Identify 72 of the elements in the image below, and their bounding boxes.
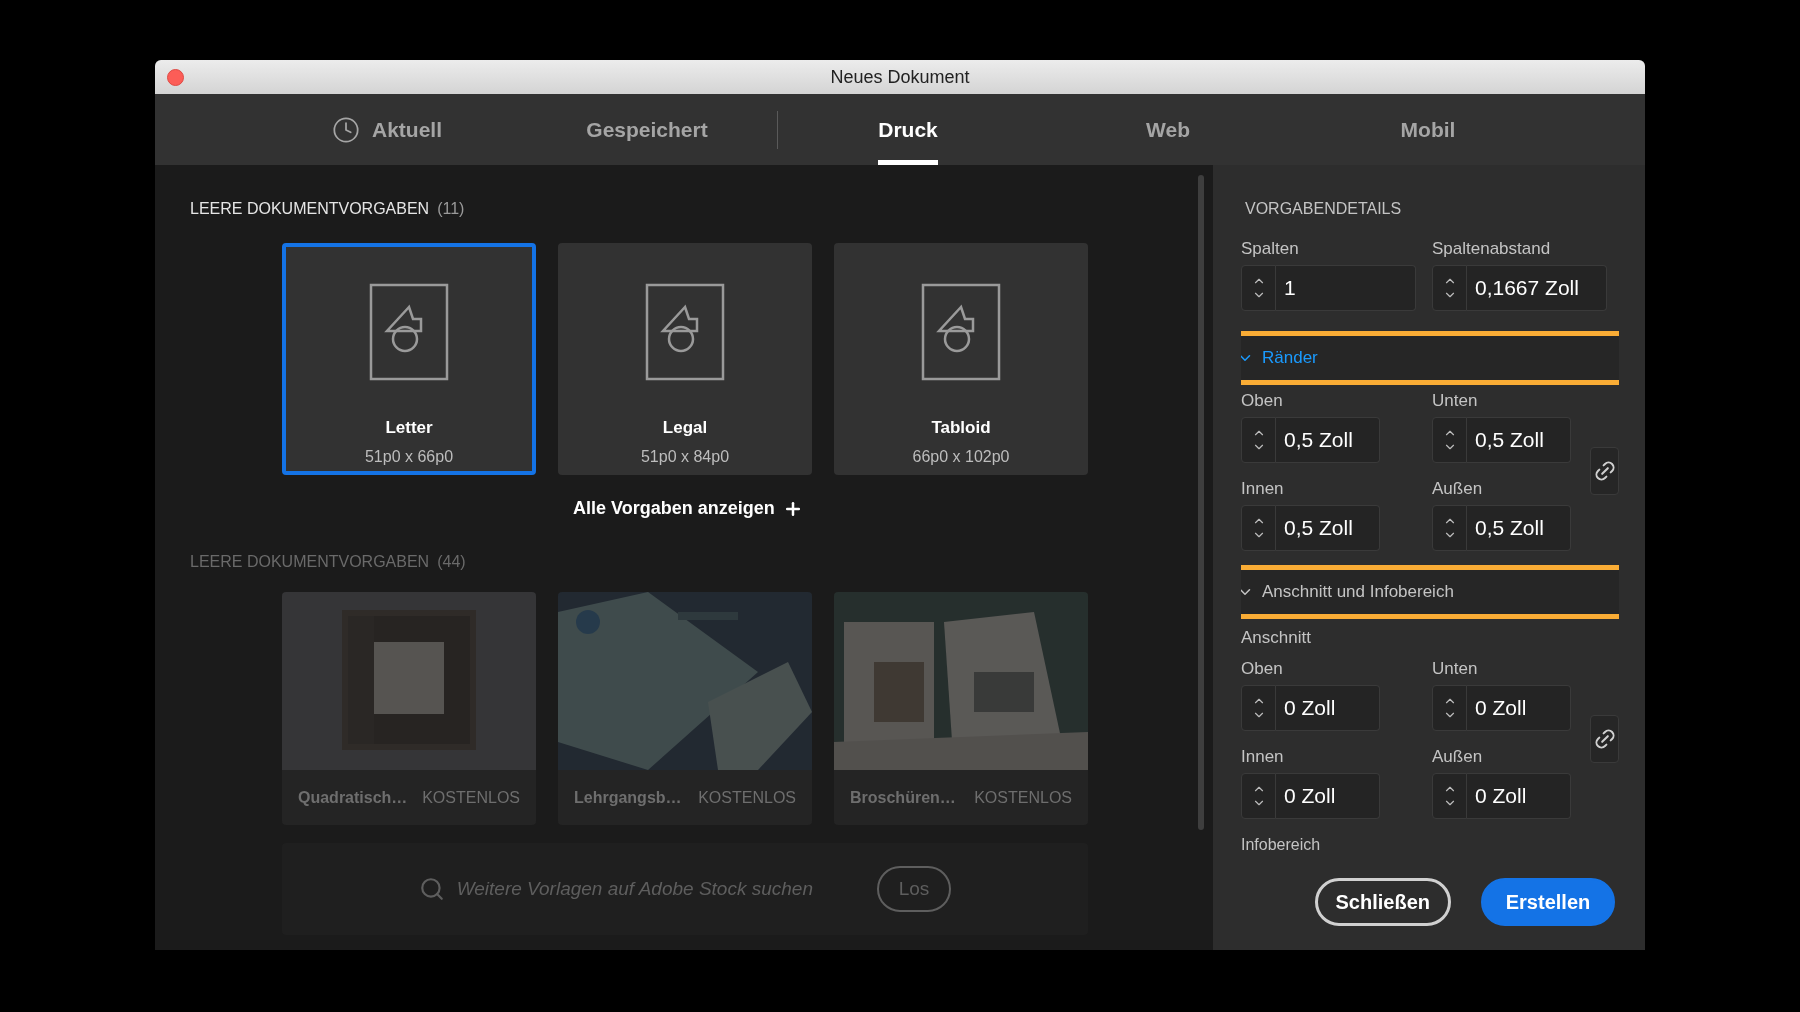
preset-size: 51p0 x 84p0	[640, 446, 730, 467]
stepper-button[interactable]	[1241, 772, 1276, 819]
number-field[interactable]: 0,1667 Zoll	[1467, 265, 1607, 311]
section-header[interactable]: Ränder	[1241, 331, 1619, 385]
field-label: Außen	[1432, 746, 1484, 767]
stepper-button[interactable]	[1432, 265, 1467, 311]
stepper-button[interactable]	[1241, 417, 1276, 463]
preset-card[interactable]: Legal 51p0 x 84p0	[558, 243, 812, 475]
price-label: KOSTENLOS	[974, 787, 1072, 808]
price-label: KOSTENLOS	[698, 787, 796, 808]
subsection-label: Infobereich	[1241, 834, 1322, 854]
price-label: KOSTENLOS	[422, 787, 520, 808]
stepper-button[interactable]	[1241, 684, 1276, 731]
field-label: Oben	[1241, 391, 1284, 411]
number-field[interactable]: 0 Zoll	[1276, 772, 1380, 819]
count-label: (44)	[437, 552, 466, 572]
tab[interactable]: Aktuell	[332, 94, 442, 165]
stepper-button[interactable]	[1432, 505, 1467, 551]
link-button[interactable]	[1590, 714, 1619, 763]
preset-card[interactable]: Tabloid 66p0 x 102p0	[834, 243, 1088, 475]
number-field[interactable]: 0,5 Zoll	[1276, 417, 1380, 463]
preset-name: Letter	[385, 417, 433, 439]
document-shapes-icon	[369, 283, 449, 381]
count-label: (11)	[437, 199, 465, 219]
search-icon	[418, 876, 445, 902]
tab[interactable]: Mobil	[1400, 94, 1456, 165]
number-field[interactable]: 0 Zoll	[1467, 684, 1571, 731]
number-field[interactable]: 0 Zoll	[1276, 684, 1380, 731]
stepper-button[interactable]	[1432, 684, 1467, 731]
close-window-button[interactable]	[167, 69, 184, 86]
document-shapes-icon	[645, 283, 725, 381]
link-button[interactable]	[1590, 447, 1619, 495]
field-label: Außen	[1432, 479, 1484, 499]
field-label: Unten	[1432, 391, 1479, 411]
number-field[interactable]: 0 Zoll	[1467, 772, 1571, 819]
dialog-button[interactable]: Erstellen	[1481, 878, 1615, 926]
document-shapes-icon	[921, 283, 1001, 381]
tab[interactable]: Druck	[878, 94, 938, 165]
template-name: Broschüren…	[850, 787, 956, 808]
stepper-button[interactable]	[1432, 772, 1467, 819]
section-title: LEERE DOKUMENTVORGABEN	[190, 199, 430, 219]
field-label: Oben	[1241, 658, 1284, 679]
field-label: Innen	[1241, 746, 1285, 767]
preset-name: Legal	[662, 417, 708, 439]
tab[interactable]: Web	[1146, 94, 1190, 165]
stepper-button[interactable]	[1241, 505, 1276, 551]
tab[interactable]: Gespeichert	[586, 94, 708, 165]
window-title: Neues Dokument	[830, 65, 970, 89]
number-field[interactable]: 0,5 Zoll	[1276, 505, 1380, 551]
template-name: Quadratisch…	[298, 787, 408, 808]
number-field[interactable]: 0,5 Zoll	[1467, 505, 1571, 551]
template-name: Lehrgangsb…	[574, 787, 682, 808]
clock-icon	[332, 115, 360, 144]
preset-card[interactable]: Letter 51p0 x 66p0	[282, 243, 536, 475]
preset-name: Tabloid	[931, 417, 991, 439]
field-label: Spalten	[1241, 239, 1300, 259]
field-label: Unten	[1432, 658, 1479, 679]
number-field[interactable]: 1	[1276, 265, 1416, 311]
section-header[interactable]: Anschnitt und Infobereich	[1241, 565, 1619, 619]
dialog-button[interactable]: Schließen	[1314, 878, 1451, 926]
preset-size: 66p0 x 102p0	[912, 446, 1010, 467]
stepper-button[interactable]	[1241, 265, 1276, 311]
show-all-link[interactable]: Alle Vorgaben anzeigen	[573, 495, 803, 522]
field-label: Spaltenabstand	[1432, 239, 1552, 259]
section-title: LEERE DOKUMENTVORGABEN	[190, 552, 430, 572]
preset-size: 51p0 x 66p0	[364, 446, 454, 467]
subsection-label: Anschnitt	[1241, 627, 1312, 649]
stepper-button[interactable]	[1432, 417, 1467, 463]
panel-title: VORGABENDETAILS	[1245, 199, 1403, 219]
field-label: Innen	[1241, 479, 1285, 499]
search-field[interactable]: Weitere Vorlagen auf Adobe Stock suchen	[456, 874, 817, 904]
number-field[interactable]: 0,5 Zoll	[1467, 417, 1571, 463]
